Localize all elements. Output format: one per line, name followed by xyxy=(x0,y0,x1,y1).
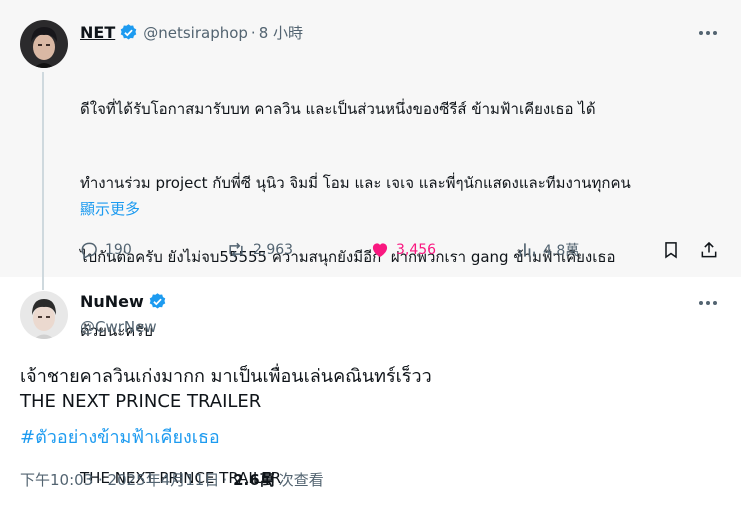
views-icon xyxy=(519,243,535,257)
separator-dot: · xyxy=(222,470,228,489)
views-button[interactable]: 4.8萬 xyxy=(517,238,579,262)
reply-count: 190 xyxy=(105,242,132,258)
show-more-link[interactable]: 顯示更多 xyxy=(80,198,140,219)
views-label: 次查看 xyxy=(278,471,324,489)
views-total: 2.6萬 xyxy=(233,471,275,489)
bookmark-button[interactable] xyxy=(661,238,687,262)
repost-icon xyxy=(229,242,243,258)
thread-connector-line xyxy=(42,72,44,290)
like-icon xyxy=(372,243,388,258)
verified-badge-icon xyxy=(148,292,167,311)
tweet-text-line: ดีใจที่ได้รับโอกาสมารับบท คาลวิน และเป็น… xyxy=(80,100,596,119)
reply-text-line: THE NEXT PRINCE TRAILER xyxy=(20,391,262,412)
parent-name-row: NET @netsiraphop · 8 小時 xyxy=(80,22,303,43)
views-count: 4.8萬 xyxy=(543,243,580,259)
repost-count: 2,963 xyxy=(253,242,294,258)
tweet-timestamp[interactable]: 下午10:03 · 2025年4月11日 xyxy=(20,469,219,490)
like-count: 3,456 xyxy=(396,242,437,258)
tweet-meta: 下午10:03 · 2025年4月11日 · 2.6萬 次查看 xyxy=(20,469,324,490)
tweet-text-line: ด้วยนะครับ xyxy=(80,321,153,340)
separator-dot: · xyxy=(250,23,256,42)
tweet-text-line: ทำงานร่วม project กับพี่ซี นุนิว จิมมี่ … xyxy=(80,173,631,192)
bookmark-icon xyxy=(665,242,677,259)
verified-badge-icon xyxy=(119,23,138,42)
share-button[interactable] xyxy=(699,238,725,262)
reply-name-row: NuNew xyxy=(80,292,167,311)
reply-display-name[interactable]: NuNew xyxy=(80,292,144,311)
reply-button[interactable]: 190 xyxy=(79,238,132,262)
reply-icon xyxy=(81,242,97,260)
more-icon[interactable] xyxy=(697,292,719,314)
like-button[interactable]: 3,456 xyxy=(370,238,436,262)
avatar-net[interactable] xyxy=(20,20,68,68)
share-icon xyxy=(701,241,717,258)
hashtag-link[interactable]: #ตัวอย่างข้ามฟ้าเคียงเธอ xyxy=(20,422,220,451)
reply-text-line: เจ้าชายคาลวินเก่งมากก มาเป็นเพื่อนเล่นคณ… xyxy=(20,366,432,387)
reply-handle[interactable]: @CwrNew xyxy=(80,318,157,336)
more-icon[interactable] xyxy=(697,22,719,44)
parent-handle[interactable]: @netsiraphop xyxy=(143,24,248,42)
parent-display-name[interactable]: NET xyxy=(80,23,115,42)
avatar-nunew[interactable] xyxy=(20,291,68,339)
parent-timestamp[interactable]: 8 小時 xyxy=(259,22,303,43)
repost-button[interactable]: 2,963 xyxy=(225,238,293,262)
